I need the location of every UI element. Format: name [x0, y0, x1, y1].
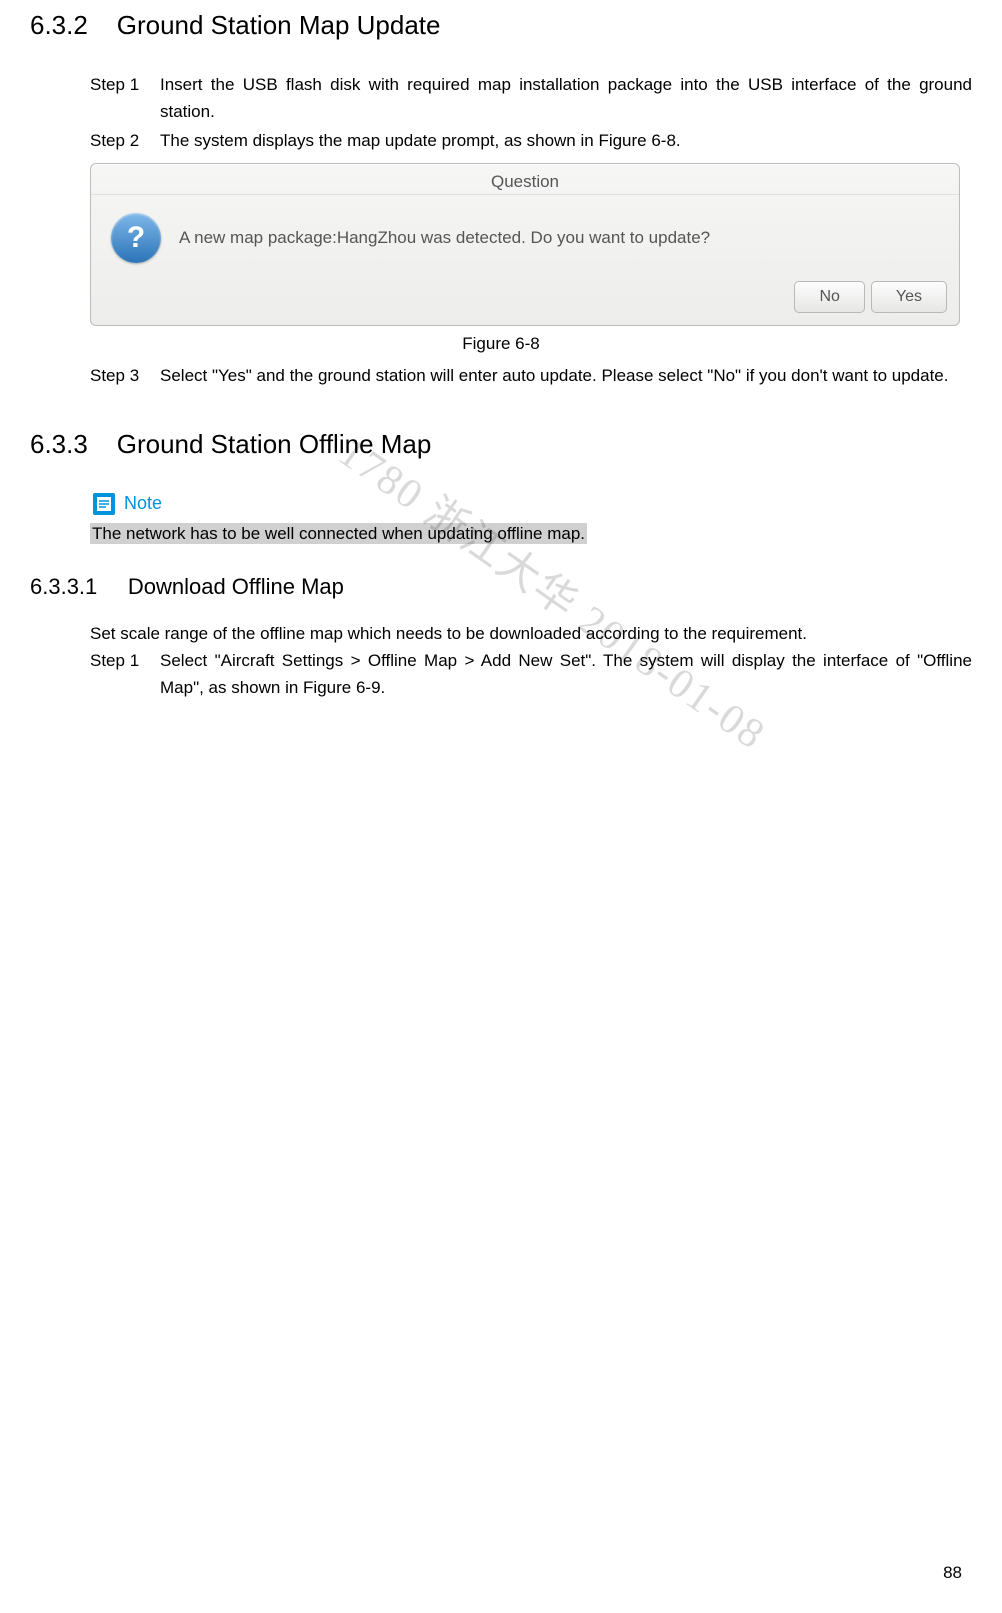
heading-number: 6.3.3: [30, 429, 88, 459]
step-text: The system displays the map update promp…: [160, 127, 972, 154]
steps-632: Step 1 Insert the USB flash disk with re…: [90, 71, 972, 155]
note-label: Note: [124, 493, 162, 514]
dialog-message: A new map package:HangZhou was detected.…: [179, 228, 710, 248]
note-text: The network has to be well connected whe…: [90, 523, 587, 544]
figure-caption: Figure 6-8: [30, 334, 972, 354]
dialog-body: ? A new map package:HangZhou was detecte…: [91, 195, 959, 273]
step-row: Step 3 Select "Yes" and the ground stati…: [90, 362, 972, 389]
step-text: Select "Yes" and the ground station will…: [160, 362, 972, 389]
step-text: Select "Aircraft Settings > Offline Map …: [160, 647, 972, 701]
heading-6-3-3: 6.3.3 Ground Station Offline Map: [30, 429, 972, 460]
note-head: Note: [90, 490, 972, 518]
heading-title: Ground Station Map Update: [117, 10, 441, 40]
step-label: Step 3: [90, 362, 160, 389]
question-icon: ?: [111, 213, 161, 263]
yes-button[interactable]: Yes: [871, 281, 947, 313]
question-dialog: Question ? A new map package:HangZhou wa…: [90, 163, 960, 326]
step-row: Step 1 Insert the USB flash disk with re…: [90, 71, 972, 125]
step-label: Step 1: [90, 71, 160, 125]
step-label: Step 2: [90, 127, 160, 154]
page-number: 88: [943, 1563, 962, 1583]
heading-title: Ground Station Offline Map: [117, 429, 432, 459]
dialog-buttons: No Yes: [91, 273, 959, 325]
steps-6331: Step 1 Select "Aircraft Settings > Offli…: [90, 647, 972, 701]
note-icon: [90, 490, 118, 518]
heading-6-3-3-1: 6.3.3.1 Download Offline Map: [30, 574, 972, 600]
note-block: Note The network has to be well connecte…: [90, 490, 972, 544]
intro-6331: Set scale range of the offline map which…: [90, 620, 972, 647]
heading-title: Download Offline Map: [128, 574, 344, 599]
step-label: Step 1: [90, 647, 160, 701]
dialog-figure: Question ? A new map package:HangZhou wa…: [90, 163, 972, 326]
step-row: Step 1 Select "Aircraft Settings > Offli…: [90, 647, 972, 701]
heading-number: 6.3.3.1: [30, 574, 97, 599]
no-button[interactable]: No: [794, 281, 864, 313]
step-row: Step 2 The system displays the map updat…: [90, 127, 972, 154]
heading-number: 6.3.2: [30, 10, 88, 40]
heading-6-3-2: 6.3.2 Ground Station Map Update: [30, 10, 972, 41]
dialog-title: Question: [91, 164, 959, 195]
step-text: Insert the USB flash disk with required …: [160, 71, 972, 125]
steps-632b: Step 3 Select "Yes" and the ground stati…: [90, 362, 972, 389]
